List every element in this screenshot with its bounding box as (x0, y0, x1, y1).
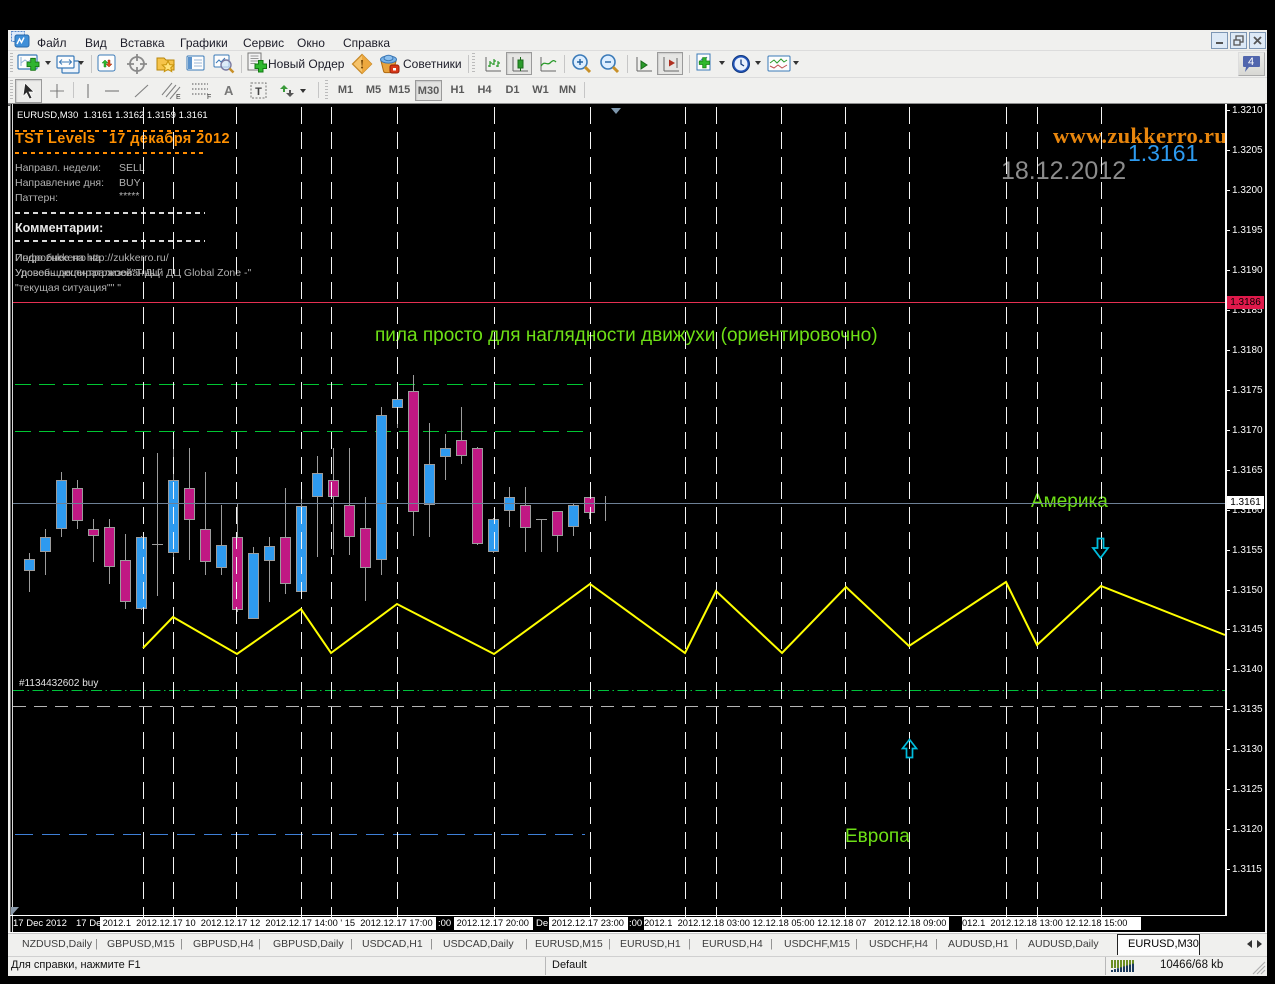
svg-text:T: T (255, 86, 262, 98)
svg-text:E: E (176, 94, 181, 100)
svg-text:!: ! (360, 57, 364, 72)
svg-text:F: F (207, 94, 211, 100)
svg-text:4: 4 (1248, 56, 1254, 68)
